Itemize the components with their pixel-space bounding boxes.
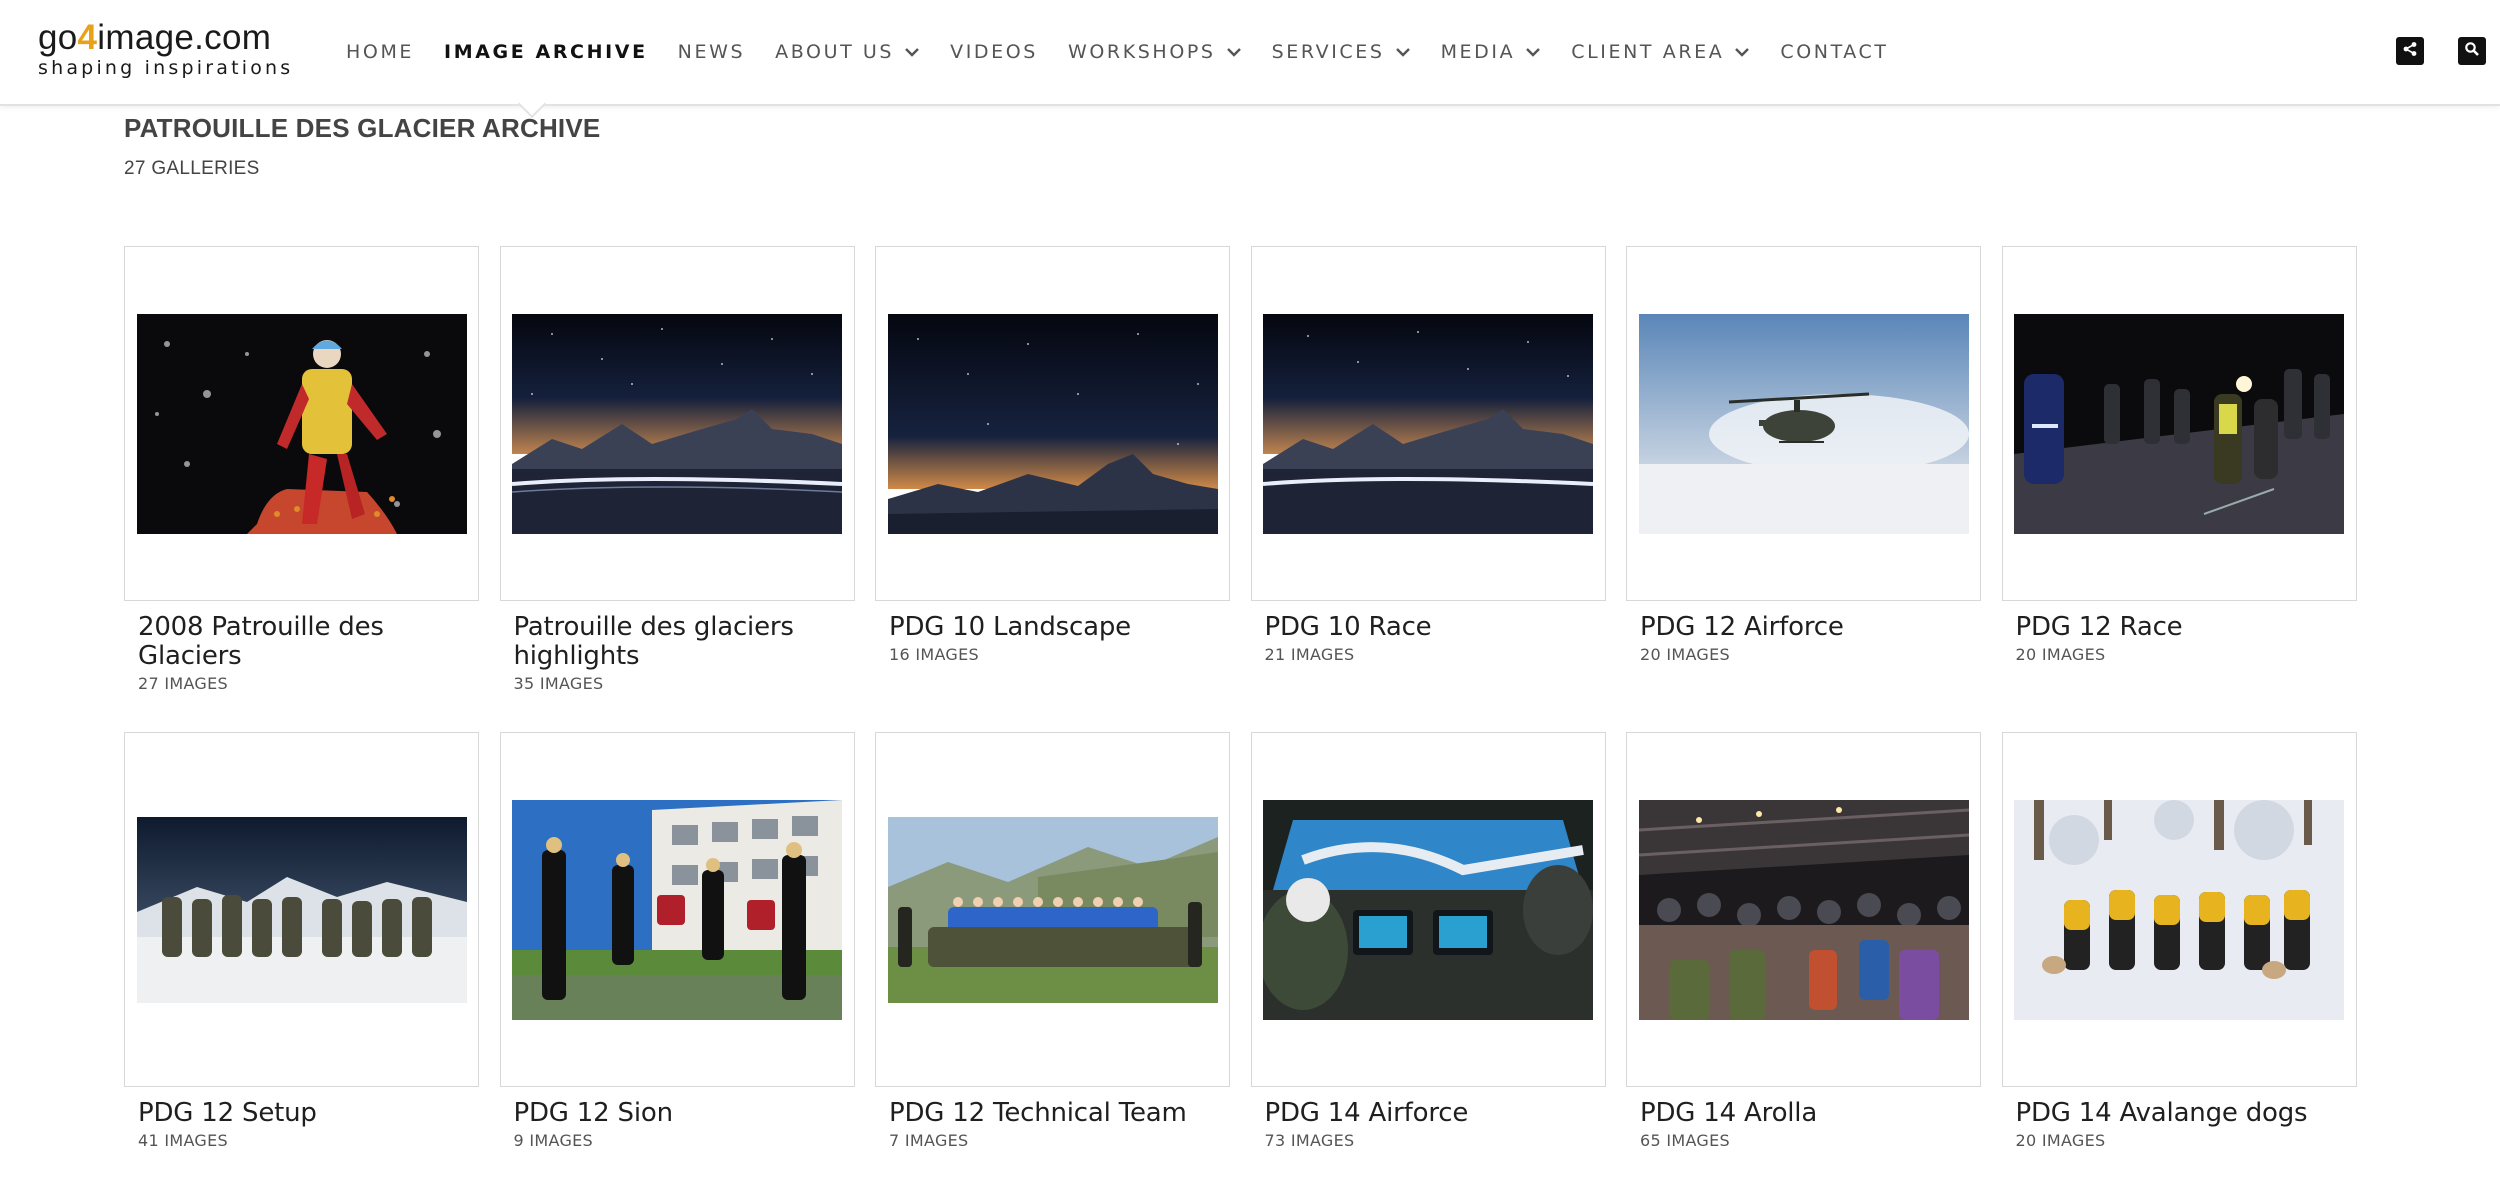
gallery-title[interactable]: PDG 12 Race [2016, 613, 2357, 642]
gallery-image-count: 73 IMAGES [1264, 1131, 1355, 1150]
gallery-thumbnail-frame[interactable] [875, 732, 1230, 1087]
gallery-thumbnail[interactable] [512, 799, 842, 1020]
share-button[interactable] [2396, 37, 2424, 65]
chevron-down-icon [1226, 44, 1242, 60]
gallery-title[interactable]: Patrouille des glaciers highlights [514, 613, 855, 671]
chevron-down-icon [1395, 44, 1411, 60]
search-icon [2464, 41, 2480, 62]
main-nav: HOME IMAGE ARCHIVE NEWS ABOUT US VIDEOS … [346, 0, 1919, 104]
gallery-card[interactable]: 2008 Patrouille des Glaciers 27 IMAGES [124, 246, 479, 732]
gallery-title[interactable]: PDG 12 Setup [138, 1099, 479, 1128]
gallery-thumbnail[interactable] [1263, 313, 1593, 534]
search-button[interactable] [2458, 37, 2486, 65]
gallery-card[interactable]: PDG 14 Airforce 73 IMAGES [1250, 732, 1606, 1150]
gallery-image-count: 20 IMAGES [1640, 645, 1730, 664]
logo-wordmark: go4image.com [38, 18, 272, 57]
gallery-thumbnail-frame[interactable] [1250, 246, 1606, 601]
gallery-thumbnail[interactable] [136, 816, 467, 1003]
gallery-thumbnail[interactable] [2014, 799, 2344, 1020]
gallery-thumbnail[interactable] [1638, 313, 1969, 534]
gallery-image-count: 16 IMAGES [889, 645, 979, 664]
gallery-card[interactable]: PDG 12 Setup 41 IMAGES [124, 732, 479, 1150]
gallery-card[interactable]: PDG 12 Sion 9 IMAGES [499, 732, 855, 1150]
gallery-title[interactable]: PDG 12 Technical Team [889, 1099, 1230, 1128]
gallery-title[interactable]: PDG 12 Airforce [1640, 613, 1981, 642]
gallery-thumbnail-frame[interactable] [1626, 246, 1981, 601]
nav-contact[interactable]: CONTACT [1780, 41, 1888, 63]
gallery-count: 27 GALLERIES [124, 158, 260, 179]
gallery-card[interactable]: PDG 12 Race 20 IMAGES [2001, 246, 2357, 732]
gallery-title[interactable]: PDG 12 Sion [514, 1099, 855, 1128]
gallery-thumbnail-frame[interactable] [2001, 732, 2357, 1087]
nav-services[interactable]: SERVICES [1272, 41, 1411, 63]
gallery-image-count: 20 IMAGES [2015, 645, 2106, 664]
nav-videos[interactable]: VIDEOS [950, 41, 1038, 63]
gallery-thumbnail-frame[interactable] [124, 732, 479, 1087]
gallery-thumbnail-frame[interactable] [875, 246, 1230, 601]
gallery-card[interactable]: PDG 14 Arolla 65 IMAGES [1626, 732, 1981, 1150]
page-title: PATROUILLE DES GLACIER ARCHIVE [124, 113, 601, 143]
gallery-thumbnail[interactable] [887, 313, 1218, 534]
gallery-card[interactable]: PDG 10 Landscape 16 IMAGES [875, 246, 1230, 732]
gallery-row: PDG 12 Setup 41 IMAGES PDG 12 Sion 9 IMA… [124, 732, 2359, 1150]
nav-client-area[interactable]: CLIENT AREA [1571, 41, 1750, 63]
nav-media[interactable]: MEDIA [1441, 41, 1542, 63]
gallery-image-count: 27 IMAGES [138, 674, 228, 693]
gallery-image-count: 7 IMAGES [889, 1131, 969, 1150]
gallery-thumbnail-frame[interactable] [124, 246, 479, 601]
share-icon [2402, 41, 2418, 62]
chevron-down-icon [1525, 44, 1541, 60]
gallery-image-count: 35 IMAGES [513, 674, 604, 693]
gallery-grid: 2008 Patrouille des Glaciers 27 IMAGES P… [124, 246, 2359, 1150]
gallery-title[interactable]: PDG 14 Airforce [1265, 1099, 1606, 1128]
gallery-thumbnail-frame[interactable] [1626, 732, 1981, 1087]
gallery-thumbnail[interactable] [1263, 799, 1593, 1020]
nav-image-archive[interactable]: IMAGE ARCHIVE [444, 41, 648, 63]
gallery-thumbnail-frame[interactable] [2001, 246, 2357, 601]
chevron-down-icon [1734, 44, 1750, 60]
gallery-thumbnail-frame[interactable] [1250, 732, 1606, 1087]
gallery-image-count: 20 IMAGES [2015, 1131, 2106, 1150]
gallery-card[interactable]: PDG 12 Airforce 20 IMAGES [1626, 246, 1981, 732]
gallery-image-count: 41 IMAGES [138, 1131, 228, 1150]
nav-workshops[interactable]: WORKSHOPS [1068, 41, 1242, 63]
gallery-card[interactable]: PDG 12 Technical Team 7 IMAGES [875, 732, 1230, 1150]
gallery-row: 2008 Patrouille des Glaciers 27 IMAGES P… [124, 246, 2359, 732]
gallery-card[interactable]: PDG 10 Race 21 IMAGES [1250, 246, 1606, 732]
gallery-thumbnail-frame[interactable] [499, 246, 855, 601]
gallery-image-count: 21 IMAGES [1264, 645, 1355, 664]
nav-home[interactable]: HOME [346, 41, 414, 63]
gallery-thumbnail[interactable] [512, 313, 842, 534]
gallery-title[interactable]: 2008 Patrouille des Glaciers [138, 613, 479, 671]
nav-news[interactable]: NEWS [678, 41, 745, 63]
nav-about-us[interactable]: ABOUT US [775, 41, 920, 63]
gallery-card[interactable]: PDG 14 Avalange dogs 20 IMAGES [2001, 732, 2357, 1150]
logo-tagline: shaping inspirations [38, 57, 294, 79]
gallery-title[interactable]: PDG 10 Landscape [889, 613, 1230, 642]
gallery-image-count: 9 IMAGES [513, 1131, 594, 1150]
gallery-title[interactable]: PDG 14 Arolla [1640, 1099, 1981, 1128]
gallery-image-count: 65 IMAGES [1640, 1131, 1730, 1150]
gallery-thumbnail[interactable] [2014, 313, 2344, 534]
gallery-thumbnail[interactable] [136, 313, 467, 534]
site-logo[interactable]: go4image.com shaping inspirations [38, 18, 293, 78]
gallery-title[interactable]: PDG 14 Avalange dogs [2016, 1099, 2357, 1128]
gallery-title[interactable]: PDG 10 Race [1265, 613, 1606, 642]
gallery-thumbnail-frame[interactable] [499, 732, 855, 1087]
chevron-down-icon [904, 44, 920, 60]
gallery-card[interactable]: Patrouille des glaciers highlights 35 IM… [499, 246, 855, 732]
gallery-thumbnail[interactable] [1638, 799, 1969, 1020]
site-header: go4image.com shaping inspirations HOME I… [0, 0, 2500, 106]
gallery-thumbnail[interactable] [887, 816, 1218, 1003]
